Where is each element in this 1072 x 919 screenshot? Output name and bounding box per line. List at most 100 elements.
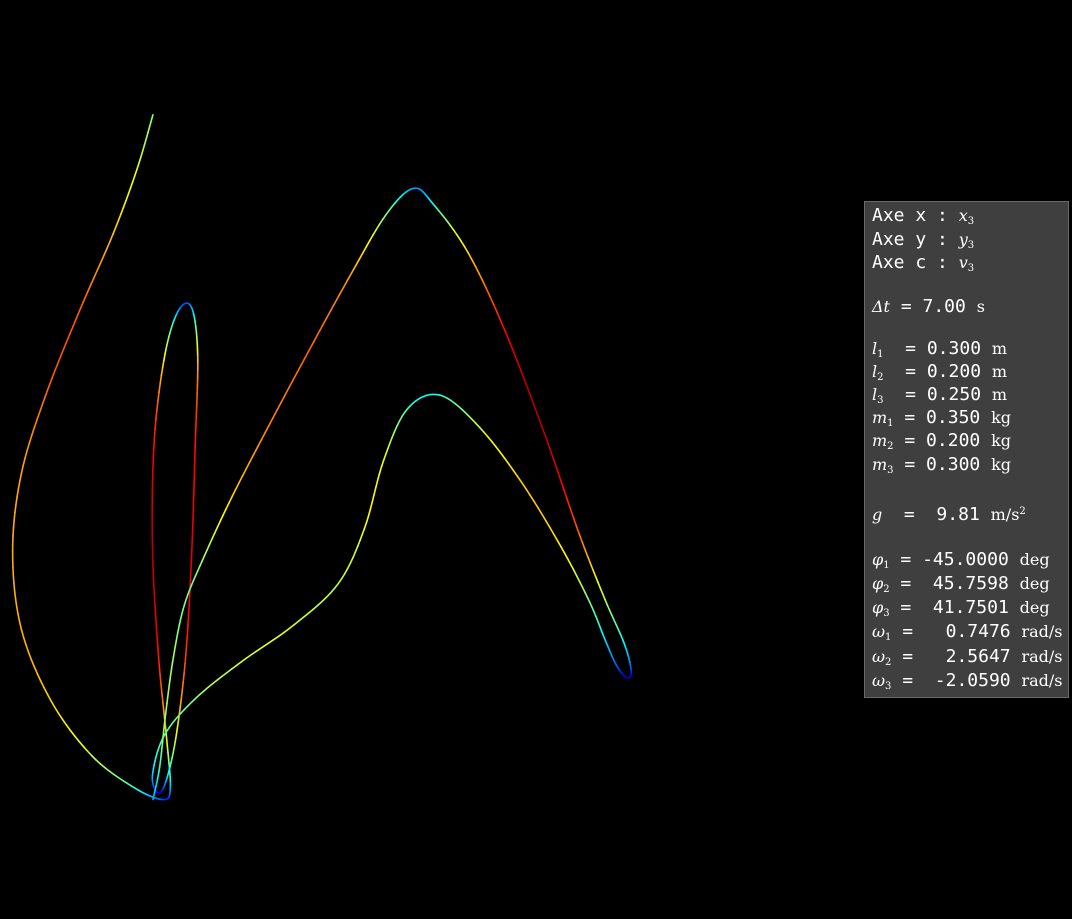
trajectory-segment <box>478 426 485 433</box>
trajectory-segment <box>267 639 275 645</box>
trajectory-segment <box>202 686 209 692</box>
dt-symbol: Δt <box>872 296 890 316</box>
state-value: = 2.5647 <box>891 645 1022 667</box>
trajectory-segment <box>396 420 401 427</box>
trajectory-segment <box>179 697 183 708</box>
trajectory-segment <box>241 468 248 477</box>
trajectory-segment <box>460 239 466 248</box>
param-line: l2 = 0.200 m <box>872 360 1008 383</box>
trajectory-segment <box>586 596 591 603</box>
trajectory-segment <box>368 234 374 242</box>
trajectory-segment <box>256 646 264 652</box>
trajectory-segment <box>185 644 188 656</box>
trajectory-segment <box>365 240 371 248</box>
trajectory-segment <box>448 223 455 231</box>
trajectory-segment <box>325 591 332 598</box>
state-value: = -45.0000 <box>889 548 1020 570</box>
trajectory-segment <box>316 600 324 607</box>
trajectory-segment <box>586 555 592 564</box>
trajectory-segment <box>566 557 572 566</box>
trajectory-segment <box>516 360 523 373</box>
trajectory-segment <box>389 436 394 444</box>
trajectory-segment <box>601 593 606 601</box>
param-unit: m <box>991 338 1008 358</box>
trajectory-segment <box>346 562 352 570</box>
trajectory-segment <box>283 627 290 634</box>
trajectory-segment <box>492 303 499 314</box>
trajectory-segment <box>44 386 50 396</box>
trajectory-segment <box>170 661 174 670</box>
trajectory-segment <box>147 126 151 134</box>
trajectory-segment <box>185 634 189 647</box>
param-value: = 0.250 <box>883 383 992 405</box>
trajectory-segment <box>313 332 319 343</box>
trajectory-segment <box>512 469 519 478</box>
trajectory-segment <box>127 187 132 196</box>
trajectory-segment <box>371 493 375 503</box>
state-symbol: φ1 <box>872 549 890 571</box>
trajectory-segment <box>141 143 146 152</box>
trajectory-segment <box>478 272 484 282</box>
trajectory-segment <box>33 418 39 428</box>
trajectory-segment <box>372 228 378 236</box>
trajectory-segment <box>89 277 95 288</box>
trajectory-segment <box>22 456 26 467</box>
trajectory-segment <box>156 644 160 656</box>
trajectory-segment <box>190 561 193 574</box>
trajectory-segment <box>57 712 64 720</box>
trajectory-segment <box>186 624 189 637</box>
trajectory-segment <box>99 763 106 769</box>
trajectory-segment <box>365 514 370 523</box>
trajectory-segment <box>474 422 481 429</box>
trajectory-segment <box>284 386 290 396</box>
trajectory-segment <box>382 453 387 462</box>
trajectory-segment <box>17 613 21 623</box>
trajectory-segment <box>20 628 25 638</box>
trajectory-segment <box>188 593 191 606</box>
gravity-value: = 9.81 <box>882 503 991 525</box>
trajectory-segment <box>161 691 164 702</box>
trajectory-segment <box>555 466 561 479</box>
trajectory-segment <box>597 581 602 590</box>
trajectory-segment <box>462 409 469 416</box>
param-line: m2 = 0.200 kg <box>872 429 1011 452</box>
trajectory-segment <box>528 392 535 406</box>
trajectory-segment <box>162 724 166 733</box>
trajectory-segment <box>361 527 366 536</box>
trajectory-segment <box>104 767 111 773</box>
trajectory-segment <box>99 255 105 265</box>
trajectory-segment <box>474 265 480 274</box>
param-line: l3 = 0.250 m <box>872 383 1007 406</box>
state-symbol: ω3 <box>872 670 892 692</box>
trajectory-segment <box>529 494 535 503</box>
trajectory-segment <box>458 406 465 412</box>
trajectory-segment <box>167 684 170 693</box>
trajectory-segment <box>20 464 25 475</box>
trajectory-segment <box>64 334 71 345</box>
trajectory-segment <box>158 382 161 394</box>
trajectory-segment <box>143 137 148 146</box>
trajectory-segment <box>165 732 168 741</box>
trajectory-segment <box>280 394 286 404</box>
trajectory-segment <box>520 370 527 384</box>
trajectory-segment <box>222 508 227 517</box>
trajectory-segment <box>13 582 16 592</box>
param-unit: m <box>991 361 1008 381</box>
trajectory-segment <box>298 616 305 622</box>
trajectory-segment <box>496 312 502 323</box>
trajectory-segment <box>82 293 88 303</box>
trajectory-segment <box>139 150 144 159</box>
state-unit: deg <box>1019 598 1050 618</box>
trajectory-segment <box>252 446 259 456</box>
trajectory-segment <box>495 446 502 454</box>
trajectory-segment <box>358 252 364 261</box>
trajectory-segment <box>92 270 98 280</box>
trajectory-segment <box>573 569 578 577</box>
state-symbol: ω2 <box>872 646 892 668</box>
trajectory-segment <box>178 618 182 626</box>
axis-symbol: y3 <box>958 229 975 251</box>
trajectory-segment <box>545 520 551 529</box>
trajectory-segment <box>208 538 213 546</box>
param-symbol: l3 <box>872 384 884 406</box>
trajectory-segment <box>163 719 166 727</box>
